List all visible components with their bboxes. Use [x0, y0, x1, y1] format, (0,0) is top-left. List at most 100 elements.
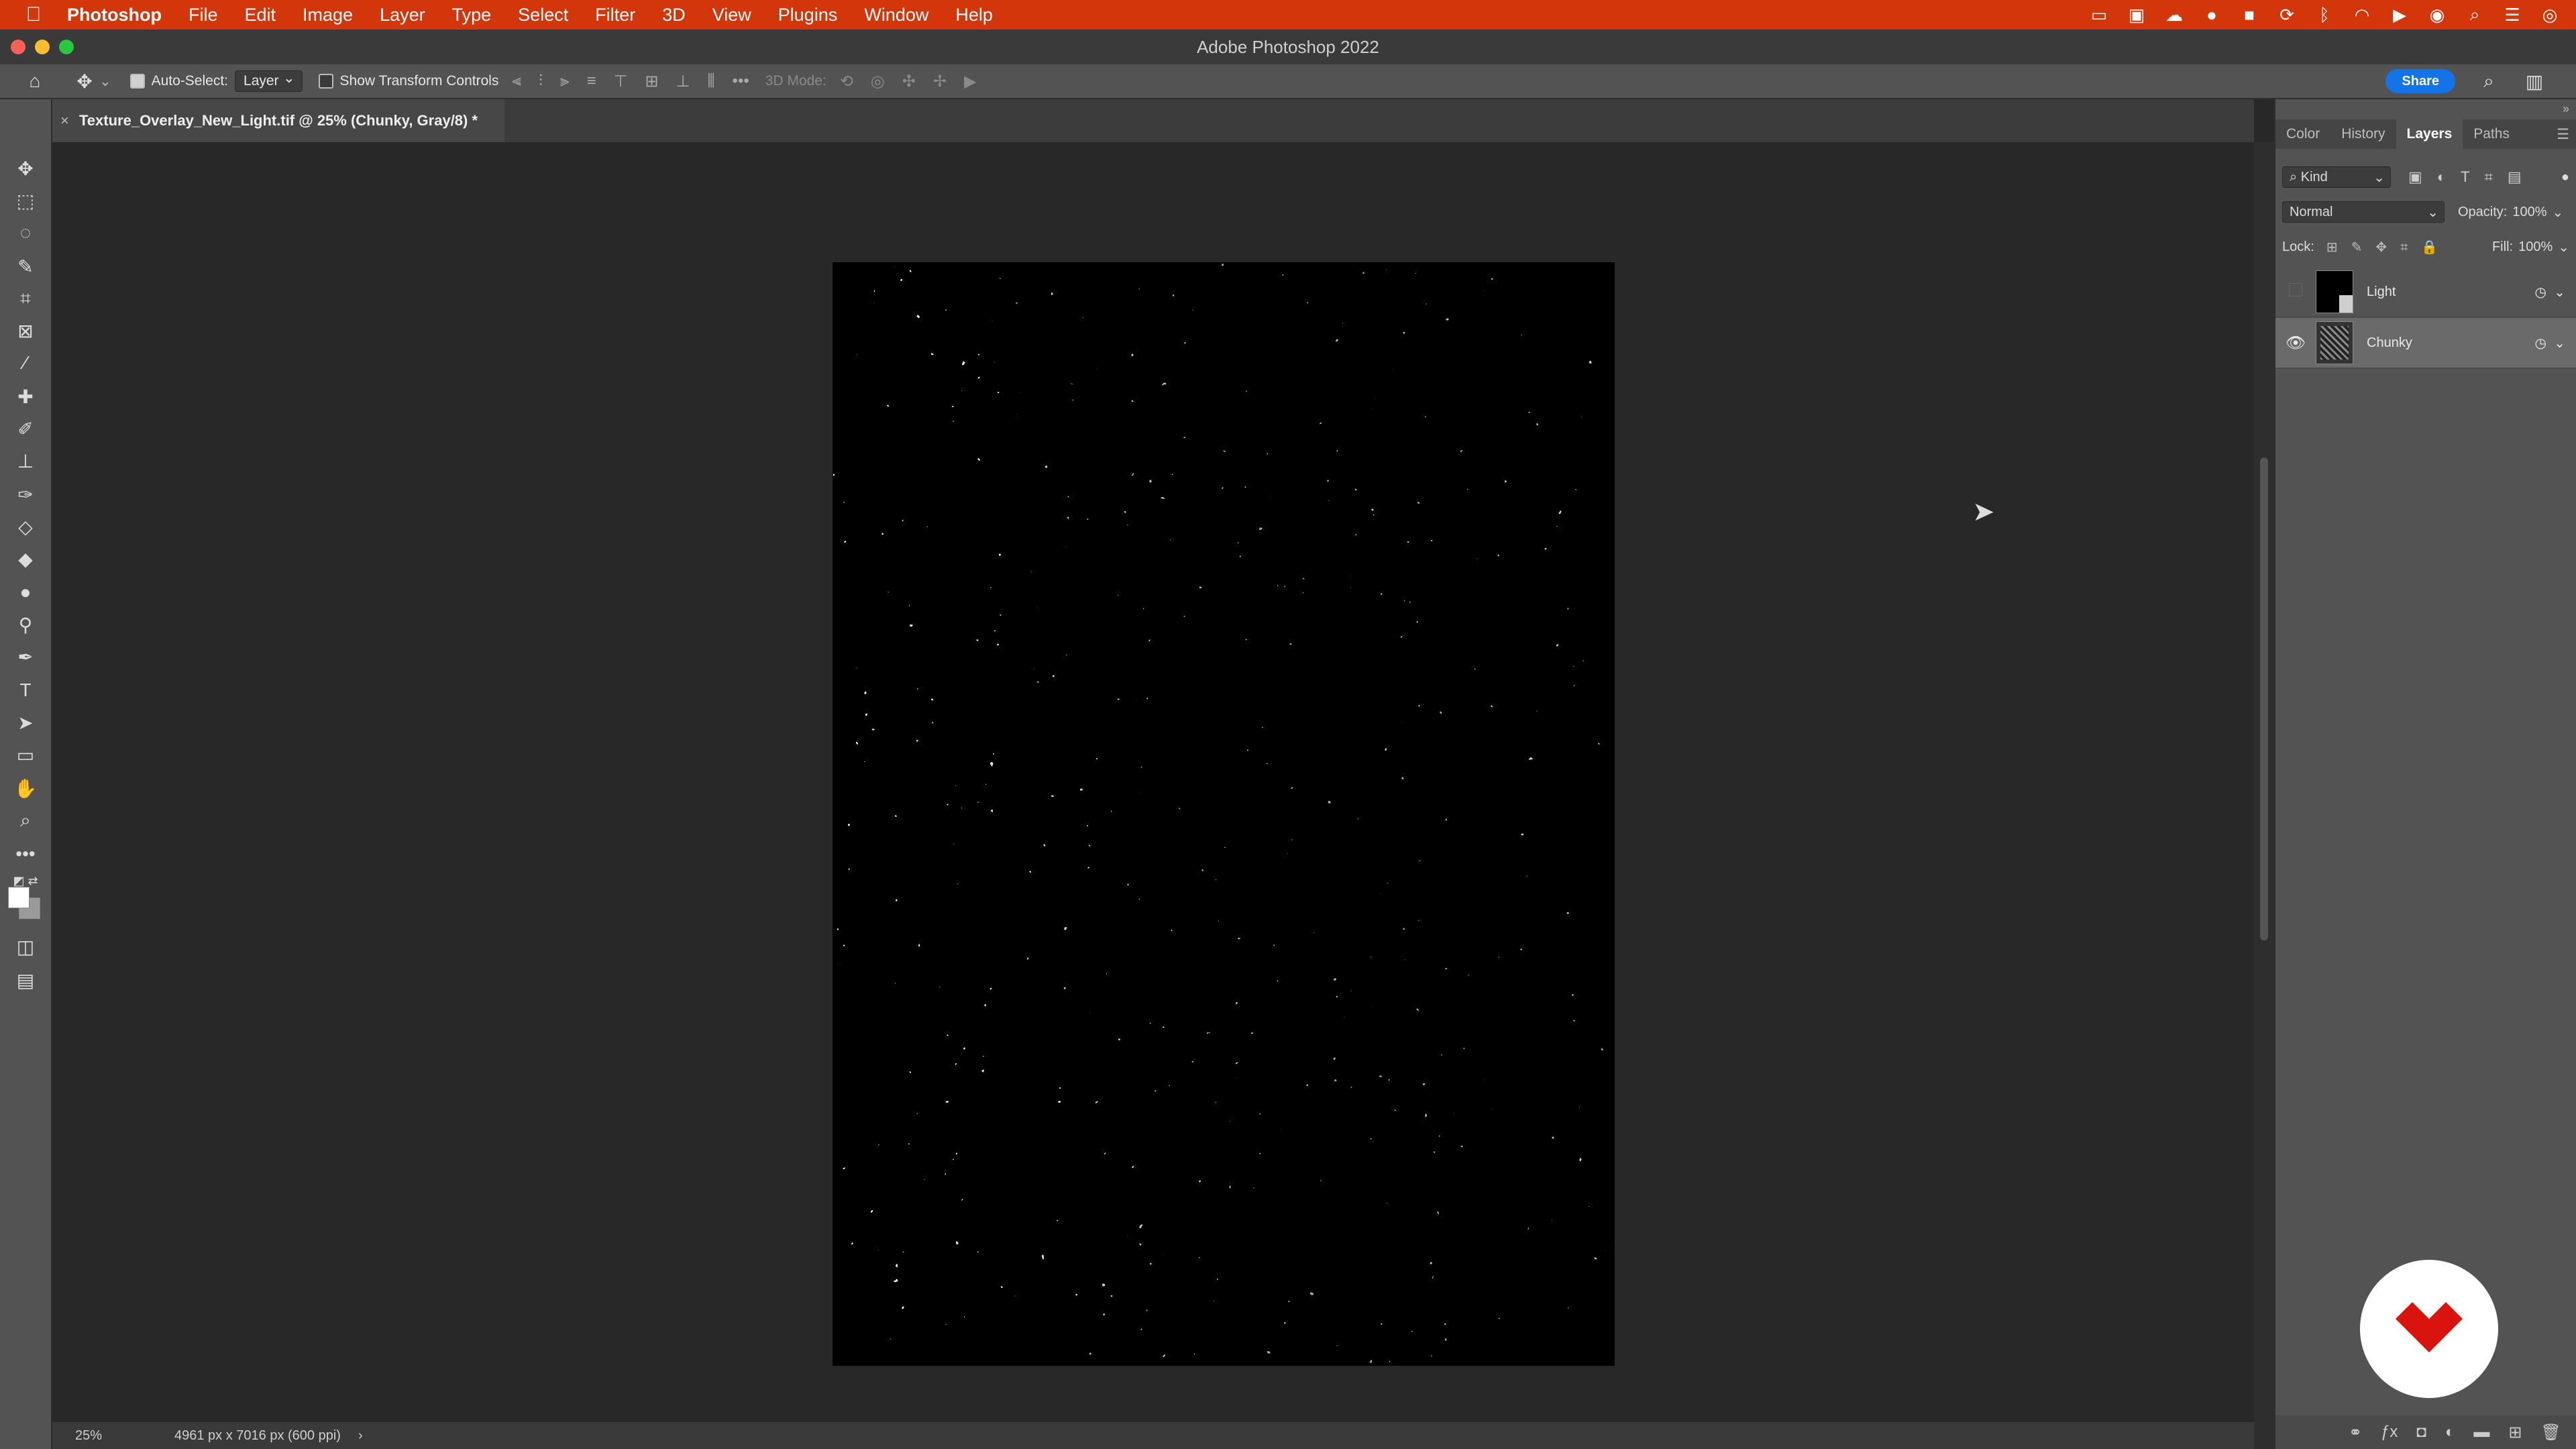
search-icon[interactable]: ⌕ [2474, 66, 2504, 96]
menu-help[interactable]: Help [955, 5, 993, 25]
adjustment-layer-icon[interactable]: ◐ [2445, 1423, 2455, 1442]
show-transform-checkbox[interactable] [318, 74, 333, 89]
zoom-tool-icon[interactable]: ⌕ [8, 805, 43, 836]
status-chevron-icon[interactable]: › [358, 1428, 363, 1444]
chevron-down-icon[interactable]: ⌄ [2554, 284, 2565, 301]
more-options-icon[interactable]: ••• [733, 72, 749, 91]
fill-value[interactable]: 100% [2518, 239, 2553, 255]
lasso-tool-icon[interactable]: ◌ [8, 217, 43, 248]
control-center-icon[interactable]: ☰ [2502, 5, 2522, 25]
menu-plugins[interactable]: Plugins [778, 5, 838, 25]
history-brush-tool-icon[interactable]: ✑ [8, 479, 43, 510]
new-layer-icon[interactable]: ⊞ [2508, 1423, 2522, 1442]
chevron-down-icon[interactable]: ⌄ [2554, 335, 2565, 352]
close-tab-icon[interactable]: × [60, 112, 69, 129]
app-status-icon[interactable]: ■ [2239, 5, 2259, 25]
foreground-color-swatch[interactable] [8, 887, 30, 908]
layer-row-chunky[interactable]: 👁 Chunky ◷ ⌄ [2275, 318, 2576, 368]
align-middle-icon[interactable]: ⊞ [645, 72, 658, 91]
layer-filter-kind-dropdown[interactable]: ⌕ Kind ⌄ [2282, 166, 2391, 188]
3d-orbit-icon[interactable]: ⟲ [840, 72, 853, 91]
filter-toggle-icon[interactable]: ● [2561, 170, 2569, 185]
auto-select-checkbox[interactable] [129, 74, 145, 89]
menu-app-name[interactable]: Photoshop [67, 5, 162, 25]
3d-slide-icon[interactable]: ✢ [933, 72, 947, 91]
layer-row-light[interactable]: Light ◷ ⌄ [2275, 267, 2576, 317]
layer-name[interactable]: Light [2367, 284, 2396, 300]
type-tool-icon[interactable]: T [8, 675, 43, 706]
display-icon[interactable]: ▣ [2127, 5, 2147, 25]
opacity-value[interactable]: 100% [2512, 205, 2546, 220]
panel-menu-icon[interactable]: ☰ [2557, 126, 2569, 143]
chevron-down-icon[interactable]: ⌄ [2558, 239, 2569, 256]
screen-mode-icon[interactable]: ▤ [8, 965, 43, 996]
menu-type[interactable]: Type [452, 5, 492, 25]
chevron-down-icon[interactable]: ⌄ [2553, 204, 2564, 221]
move-tool-icon[interactable]: ✥ [8, 153, 43, 184]
sync-icon[interactable]: ⟳ [2277, 5, 2297, 25]
distribute-icon[interactable]: ≡ [587, 72, 596, 91]
layer-visibility-toggle[interactable] [2275, 282, 2316, 301]
3d-pan-icon[interactable]: ✣ [902, 72, 916, 91]
pen-tool-icon[interactable]: ✒ [8, 641, 43, 672]
lock-icons[interactable]: ⊞✎✥⌗🔒 [2326, 239, 2451, 256]
trash-icon[interactable]: 🗑 [2541, 1423, 2561, 1442]
apple-icon[interactable]:  [0, 3, 67, 26]
hand-tool-icon[interactable]: ✋ [8, 773, 43, 804]
eraser-tool-icon[interactable]: ◇ [8, 511, 43, 542]
wifi-icon[interactable]: ◠ [2352, 5, 2372, 25]
marquee-tool-icon[interactable]: ⬚ [8, 185, 43, 216]
tab-history[interactable]: History [2330, 119, 2396, 149]
layer-mask-icon[interactable]: ◘ [2416, 1423, 2426, 1442]
menu-layer[interactable]: Layer [380, 5, 425, 25]
workspace-icon[interactable]: ▥ [2520, 66, 2549, 96]
3d-roll-icon[interactable]: ◎ [871, 72, 885, 91]
path-selection-tool-icon[interactable]: ➤ [8, 707, 43, 738]
crop-tool-icon[interactable]: ⌗ [8, 283, 43, 314]
brush-tool-icon[interactable]: ✐ [8, 413, 43, 444]
new-group-icon[interactable]: ▬ [2473, 1423, 2489, 1442]
screen-mirroring-icon[interactable]: ▭ [2089, 5, 2109, 25]
menu-image[interactable]: Image [303, 5, 353, 25]
align-right-icon[interactable]: ⫸ [560, 72, 570, 91]
quick-selection-tool-icon[interactable]: ✎ [8, 251, 43, 282]
healing-brush-tool-icon[interactable]: ✚ [8, 381, 43, 412]
clone-stamp-tool-icon[interactable]: ⊥ [8, 445, 43, 476]
user-icon[interactable]: ◉ [2427, 5, 2447, 25]
bluetooth-icon[interactable]: ᛒ [2314, 5, 2334, 25]
layer-style-icon[interactable]: ƒx [2381, 1423, 2398, 1442]
document-canvas[interactable] [833, 262, 1615, 1366]
align-left-icon[interactable]: ⫷ [512, 72, 521, 91]
menu-3d[interactable]: 3D [662, 5, 686, 25]
align-center-icon[interactable]: ⫶ [539, 72, 543, 91]
tab-color[interactable]: Color [2275, 119, 2330, 149]
menu-window[interactable]: Window [864, 5, 928, 25]
rectangle-tool-icon[interactable]: ▭ [8, 739, 43, 770]
tab-layers[interactable]: Layers [2396, 119, 2463, 149]
home-icon[interactable]: ⌂ [20, 66, 50, 96]
dodge-tool-icon[interactable]: ⚲ [8, 609, 43, 640]
play-icon[interactable]: ▶ [2390, 5, 2410, 25]
blend-mode-dropdown[interactable]: Normal ⌄ [2282, 201, 2445, 223]
eyedropper-tool-icon[interactable]: ⁄ [8, 347, 43, 378]
zoom-level[interactable]: 25% [75, 1428, 156, 1444]
record-icon[interactable]: ● [2202, 5, 2222, 25]
frame-tool-icon[interactable]: ⊠ [8, 315, 43, 346]
vertical-scroll-thumb[interactable] [2260, 458, 2268, 941]
blur-tool-icon[interactable]: ● [8, 577, 43, 608]
tab-paths[interactable]: Paths [2463, 119, 2520, 149]
menu-view[interactable]: View [712, 5, 751, 25]
chevron-down-icon[interactable]: ⌄ [99, 73, 111, 90]
menu-file[interactable]: File [189, 5, 218, 25]
creative-cloud-icon[interactable]: ☁ [2164, 5, 2184, 25]
menu-filter[interactable]: Filter [595, 5, 635, 25]
document-tab[interactable]: × Texture_Overlay_New_Light.tif @ 25% (C… [52, 99, 505, 142]
quick-mask-icon[interactable]: ◫ [8, 931, 43, 962]
layer-name[interactable]: Chunky [2367, 335, 2412, 351]
layer-filter-icons[interactable]: ▣◐T⌗▤ [2408, 168, 2536, 186]
align-bottom-icon[interactable]: ⊥ [676, 72, 690, 91]
collapse-panels-icon[interactable]: » [2563, 102, 2569, 116]
spotlight-search-icon[interactable]: ⌕ [2465, 4, 2485, 25]
eye-icon[interactable]: 👁 [2275, 333, 2316, 353]
3d-camera-icon[interactable]: ▶ [964, 72, 976, 91]
